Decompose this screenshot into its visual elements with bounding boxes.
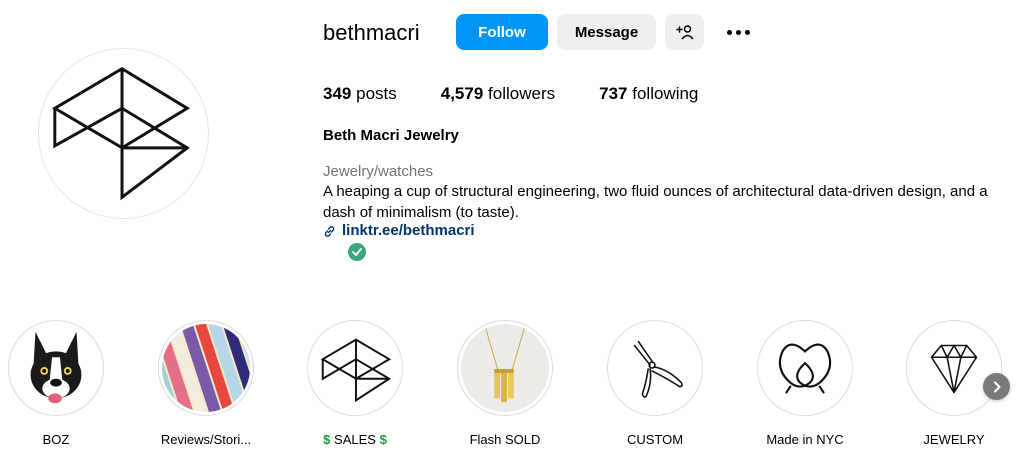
profile-username: bethmacri [323,20,420,45]
highlight-custom[interactable] [607,320,703,416]
profile-category: Jewelry/watches [323,163,434,180]
highlight-jewelry[interactable] [906,320,1002,416]
highlights-next-button[interactable] [983,373,1010,400]
beth-macri-logo-icon [51,67,191,201]
message-button[interactable]: Message [557,14,656,50]
profile-avatar[interactable] [38,48,209,219]
follow-button[interactable]: Follow [456,14,548,50]
highlight-label: Reviews/Stori... [160,432,252,447]
highlight-label: JEWELRY [923,432,985,447]
highlight-label: CUSTOM [626,432,684,447]
highlight-label: Made in NYC [766,432,844,447]
dollar-emoji-icon: $ [379,432,387,447]
profile-bio: A heaping a cup of structural engineerin… [323,183,988,221]
highlight-label: $ SALES $ [323,432,387,447]
highlight-reviews[interactable] [158,320,254,416]
gold-pendant-icon [461,324,549,412]
profile-stats: 349 posts 4,579 followers 737 following [323,84,742,104]
verified-check-icon [348,243,366,261]
suggest-users-button[interactable] [665,14,704,50]
highlight-label: Flash SOLD [469,432,541,447]
add-user-icon [675,25,693,40]
dollar-emoji-icon: $ [323,432,331,447]
more-options-button[interactable] [722,20,754,44]
profile-link[interactable]: linktr.ee/bethmacri [323,222,475,240]
profile-full-name: Beth Macri Jewelry [323,127,459,144]
followers-stat[interactable]: 4,579 followers [441,84,555,104]
diamond-icon [910,324,998,412]
highlight-sales[interactable] [307,320,403,416]
pliers-icon [611,324,699,412]
link-icon [324,225,335,237]
profile-link-text[interactable]: linktr.ee/bethmacri [342,222,475,240]
more-options-icon [726,29,732,35]
following-stat[interactable]: 737 following [599,84,698,104]
pretzel-icon [761,324,849,412]
dog-icon [12,324,100,412]
highlight-boz[interactable] [8,320,104,416]
logo-cube-icon [311,324,399,412]
highlight-label: BOZ [42,432,70,447]
highlight-made-in-nyc[interactable] [757,320,853,416]
posts-stat: 349 posts [323,84,397,103]
chevron-right-icon [993,381,1000,392]
rainbow-stripes-icon [162,324,250,412]
highlight-flash-sold[interactable] [457,320,553,416]
